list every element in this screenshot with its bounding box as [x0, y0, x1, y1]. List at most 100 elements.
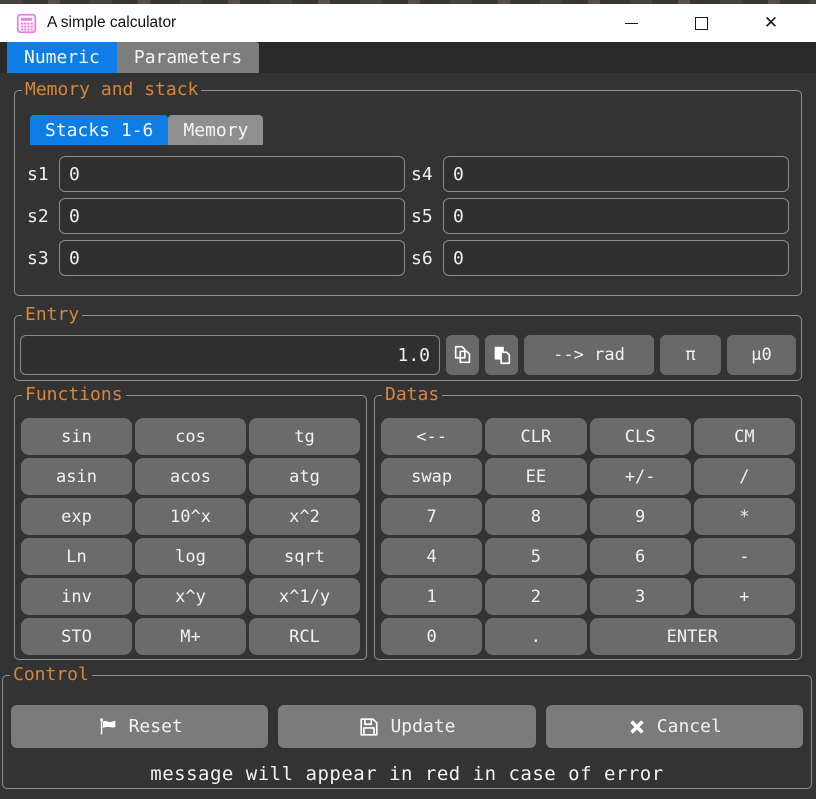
paste-button[interactable] [485, 335, 518, 375]
key-multiply[interactable]: * [694, 498, 795, 535]
stack-label-s4: s4 [411, 164, 443, 185]
key-enter[interactable]: ENTER [590, 618, 796, 655]
datas-groupbox: Datas <-- CLR CLS CM swap EE +/- / 7 8 9… [374, 395, 802, 660]
key-sto[interactable]: STO [21, 618, 132, 655]
datas-grid: <-- CLR CLS CM swap EE +/- / 7 8 9 * 4 5… [381, 418, 795, 655]
stack-row-s6: s6 [411, 240, 789, 276]
key-5[interactable]: 5 [485, 538, 586, 575]
key-tg[interactable]: tg [249, 418, 360, 455]
titlebar: A simple calculator ✕ [0, 4, 816, 42]
functions-groupbox: Functions sin cos tg asin acos atg exp 1… [14, 395, 367, 660]
reset-button[interactable]: Reset [11, 705, 268, 748]
functions-title: Functions [22, 384, 126, 406]
cancel-label: Cancel [657, 716, 722, 737]
key-atg[interactable]: atg [249, 458, 360, 495]
key-2[interactable]: 2 [485, 578, 586, 615]
entry-row: --> rad π µ0 [20, 335, 796, 375]
copy-icon [452, 344, 474, 366]
key-inv[interactable]: inv [21, 578, 132, 615]
key-plusminus[interactable]: +/- [590, 458, 691, 495]
control-row: Reset Update [11, 705, 803, 748]
tab-stacks-1-6[interactable]: Stacks 1-6 [30, 115, 168, 145]
stack-input-s4[interactable] [443, 156, 789, 192]
status-message: message will appear in red in case of er… [11, 763, 803, 785]
control-groupbox: Control Reset [2, 675, 812, 789]
window-title: A simple calculator [47, 14, 596, 32]
key-cos[interactable]: cos [135, 418, 246, 455]
key-cls[interactable]: CLS [590, 418, 691, 455]
key-7[interactable]: 7 [381, 498, 482, 535]
key-sin[interactable]: sin [21, 418, 132, 455]
minimize-button[interactable] [596, 4, 666, 42]
stack-label-s1: s1 [27, 164, 59, 185]
key-decimal[interactable]: . [485, 618, 586, 655]
close-button[interactable]: ✕ [736, 4, 806, 42]
save-icon [358, 716, 380, 738]
memory-stack-title: Memory and stack [22, 79, 201, 101]
functions-grid: sin cos tg asin acos atg exp 10^x x^2 Ln… [21, 418, 360, 655]
stack-label-s5: s5 [411, 206, 443, 227]
key-plus[interactable]: + [694, 578, 795, 615]
key-divide[interactable]: / [694, 458, 795, 495]
stack-row-s1: s1 [27, 156, 405, 192]
key-mplus[interactable]: M+ [135, 618, 246, 655]
key-sqrt[interactable]: sqrt [249, 538, 360, 575]
datas-title: Datas [382, 384, 442, 406]
stack-input-s1[interactable] [59, 156, 405, 192]
stack-label-s3: s3 [27, 248, 59, 269]
key-xpowy[interactable]: x^y [135, 578, 246, 615]
to-rad-button[interactable]: --> rad [524, 335, 654, 375]
key-cm[interactable]: CM [694, 418, 795, 455]
copy-button[interactable] [446, 335, 479, 375]
stack-label-s2: s2 [27, 206, 59, 227]
key-9[interactable]: 9 [590, 498, 691, 535]
main-tabbar: Numeric Parameters [0, 42, 816, 73]
stack-label-s6: s6 [411, 248, 443, 269]
stack-row-s3: s3 [27, 240, 405, 276]
key-1[interactable]: 1 [381, 578, 482, 615]
update-button[interactable]: Update [278, 705, 535, 748]
tab-numeric[interactable]: Numeric [7, 42, 117, 73]
control-title: Control [10, 664, 92, 686]
numeric-panel: Memory and stack Stacks 1-6 Memory s1 s4… [0, 73, 816, 799]
key-minus[interactable]: - [694, 538, 795, 575]
key-xsquared[interactable]: x^2 [249, 498, 360, 535]
key-ee[interactable]: EE [485, 458, 586, 495]
key-exp[interactable]: exp [21, 498, 132, 535]
maximize-icon [695, 17, 708, 30]
stack-tabbar: Stacks 1-6 Memory [30, 115, 789, 145]
key-xpow1overy[interactable]: x^1/y [249, 578, 360, 615]
key-log[interactable]: log [135, 538, 246, 575]
mu0-button[interactable]: µ0 [727, 335, 796, 375]
key-4[interactable]: 4 [381, 538, 482, 575]
entry-input[interactable] [20, 335, 440, 375]
calculator-icon [16, 13, 37, 34]
key-ln[interactable]: Ln [21, 538, 132, 575]
maximize-button[interactable] [666, 4, 736, 42]
key-3[interactable]: 3 [590, 578, 691, 615]
key-rcl[interactable]: RCL [249, 618, 360, 655]
key-0[interactable]: 0 [381, 618, 482, 655]
key-asin[interactable]: asin [21, 458, 132, 495]
key-swap[interactable]: swap [381, 458, 482, 495]
reset-label: Reset [129, 716, 183, 737]
tab-parameters[interactable]: Parameters [117, 42, 259, 73]
key-10powx[interactable]: 10^x [135, 498, 246, 535]
close-icon: ✕ [764, 15, 778, 32]
key-backspace[interactable]: <-- [381, 418, 482, 455]
key-clr[interactable]: CLR [485, 418, 586, 455]
memory-stack-groupbox: Memory and stack Stacks 1-6 Memory s1 s4… [14, 90, 802, 296]
key-acos[interactable]: acos [135, 458, 246, 495]
stack-input-s3[interactable] [59, 240, 405, 276]
key-8[interactable]: 8 [485, 498, 586, 535]
stack-input-s2[interactable] [59, 198, 405, 234]
update-label: Update [390, 716, 455, 737]
cancel-button[interactable]: Cancel [546, 705, 803, 748]
pi-button[interactable]: π [660, 335, 721, 375]
tab-memory[interactable]: Memory [168, 115, 263, 145]
app-window: Numeric Parameters Memory and stack Stac… [0, 42, 816, 799]
stack-input-s5[interactable] [443, 198, 789, 234]
key-6[interactable]: 6 [590, 538, 691, 575]
stack-row-s2: s2 [27, 198, 405, 234]
stack-input-s6[interactable] [443, 240, 789, 276]
